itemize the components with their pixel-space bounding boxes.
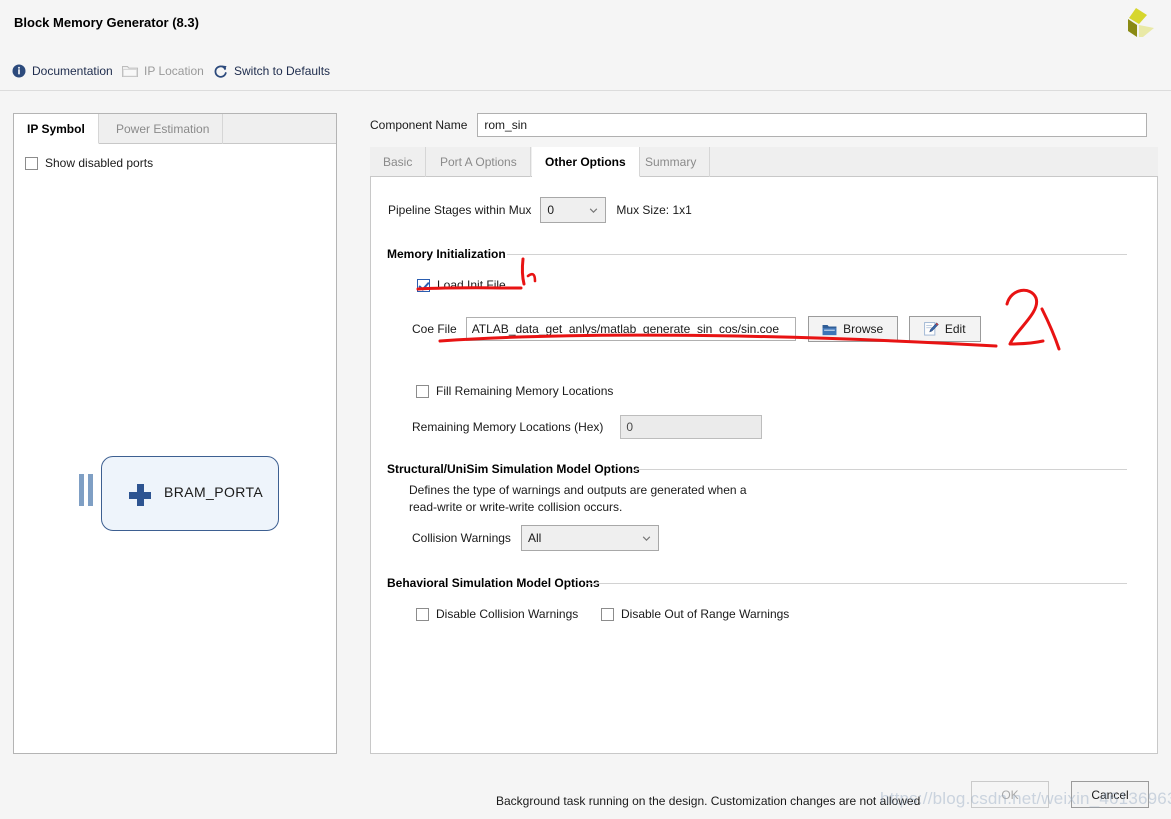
left-panel-tabstrip: IP Symbol Power Estimation [14,114,336,144]
toolbar-item-label: Switch to Defaults [234,64,330,78]
coe-file-row: Coe File Browse [412,316,981,342]
plus-icon[interactable] [129,484,151,506]
section-structural-unisim: Structural/UniSim Simulation Model Optio… [387,462,640,476]
disable-out-of-range-warnings-label: Disable Out of Range Warnings [621,607,789,621]
tab-port-a-options[interactable]: Port A Options [427,147,531,177]
remaining-locations-label: Remaining Memory Locations (Hex) [412,420,603,434]
browse-button-label: Browse [843,322,883,336]
info-icon [12,64,26,78]
tab-label: Summary [645,155,696,169]
toolbar-item-switch-to-defaults[interactable]: Switch to Defaults [213,60,330,82]
load-init-file-checkbox[interactable] [417,279,430,292]
port-bars-icon [79,474,93,506]
tab-basic[interactable]: Basic [370,147,426,177]
page-title: Block Memory Generator (8.3) [14,15,199,30]
folder-icon [122,64,138,78]
section-memory-initialization: Memory Initialization [387,247,506,261]
refresh-icon [213,64,228,79]
fill-remaining-row[interactable]: Fill Remaining Memory Locations [416,384,613,398]
toolbar-item-label: Documentation [32,64,113,78]
collision-warnings-select[interactable]: All [521,525,659,551]
options-tabstrip: Basic Port A Options Other Options Summa… [370,147,1158,177]
coe-file-input[interactable] [466,317,796,341]
toolbar-item-label: IP Location [144,64,204,78]
bram-symbol-label: BRAM_PORTA [164,484,263,500]
section-behavioral-sim: Behavioral Simulation Model Options [387,576,600,590]
status-message: Background task running on the design. C… [496,794,920,808]
collision-warnings-combo-wrap[interactable]: All [521,525,659,551]
tab-label: Power Estimation [116,122,209,136]
tab-label: Basic [383,155,412,169]
folder-open-icon [822,323,837,336]
disable-out-of-range-warnings-checkbox[interactable] [601,608,614,621]
section-divider [635,469,1127,470]
remaining-locations-row: Remaining Memory Locations (Hex) [412,415,762,439]
toolbar-divider [0,90,1171,91]
tab-label: Other Options [545,155,626,169]
show-disabled-ports-label: Show disabled ports [45,156,153,170]
structural-help-line-2: read-write or write-write collision occu… [409,499,889,516]
disable-collision-warnings-label: Disable Collision Warnings [436,607,578,621]
component-name-label: Component Name [370,118,467,132]
xilinx-logo [1113,6,1157,46]
edit-pencil-icon [924,322,939,336]
edit-button[interactable]: Edit [909,316,981,342]
watermark-text: https://blog.csdn.net/weixin_46136963 [880,789,1171,809]
pipeline-stages-label: Pipeline Stages within Mux [388,203,531,217]
show-disabled-ports-checkbox[interactable] [25,157,38,170]
tab-label: IP Symbol [27,122,85,136]
disable-out-of-range-warnings-row[interactable]: Disable Out of Range Warnings [601,607,789,621]
section-divider [507,254,1127,255]
tab-ip-symbol[interactable]: IP Symbol [14,114,99,144]
tab-label: Port A Options [440,155,517,169]
pipeline-stages-combo-wrap[interactable]: 0 [540,197,606,223]
component-name-input[interactable] [477,113,1147,137]
tab-other-options[interactable]: Other Options [532,147,640,177]
disable-collision-warnings-checkbox[interactable] [416,608,429,621]
ip-symbol-panel: IP Symbol Power Estimation Show disabled… [13,113,337,754]
tab-summary[interactable]: Summary [632,147,710,177]
application-window: Block Memory Generator (8.3) Documentati… [0,0,1171,819]
tab-power-estimation[interactable]: Power Estimation [103,114,223,144]
pipeline-stages-row: Pipeline Stages within Mux 0 Mux Size: 1… [388,197,692,223]
fill-remaining-checkbox[interactable] [416,385,429,398]
component-name-row: Component Name [370,113,1147,137]
coe-file-label: Coe File [412,322,457,336]
bram-symbol-box[interactable]: BRAM_PORTA [101,456,279,531]
disable-collision-warnings-row[interactable]: Disable Collision Warnings [416,607,578,621]
title-bar: Block Memory Generator (8.3) [0,0,1171,48]
collision-warnings-label: Collision Warnings [412,531,511,545]
configuration-panel: Component Name Basic Port A Options Othe… [370,113,1158,754]
collision-warnings-row: Collision Warnings All [412,525,659,551]
structural-help-line-1: Defines the type of warnings and outputs… [409,482,889,499]
browse-button[interactable]: Browse [808,316,898,342]
other-options-content: Pipeline Stages within Mux 0 Mux Size: 1… [370,177,1158,754]
remaining-locations-input[interactable] [620,415,762,439]
edit-button-label: Edit [945,322,966,336]
show-disabled-ports-row[interactable]: Show disabled ports [25,156,153,170]
pipeline-stages-select[interactable]: 0 [540,197,606,223]
toolbar-item-documentation[interactable]: Documentation [12,60,113,82]
load-init-file-row[interactable]: Load Init File [417,278,506,292]
section-divider [585,583,1127,584]
toolbar: Documentation IP Location Switch to Defa… [0,60,1171,92]
mux-size-text: Mux Size: 1x1 [616,203,691,217]
fill-remaining-label: Fill Remaining Memory Locations [436,384,613,398]
load-init-file-label: Load Init File [437,278,506,292]
ip-symbol-canvas: Show disabled ports BRAM_PORTA [14,144,336,753]
toolbar-item-ip-location[interactable]: IP Location [122,60,204,82]
